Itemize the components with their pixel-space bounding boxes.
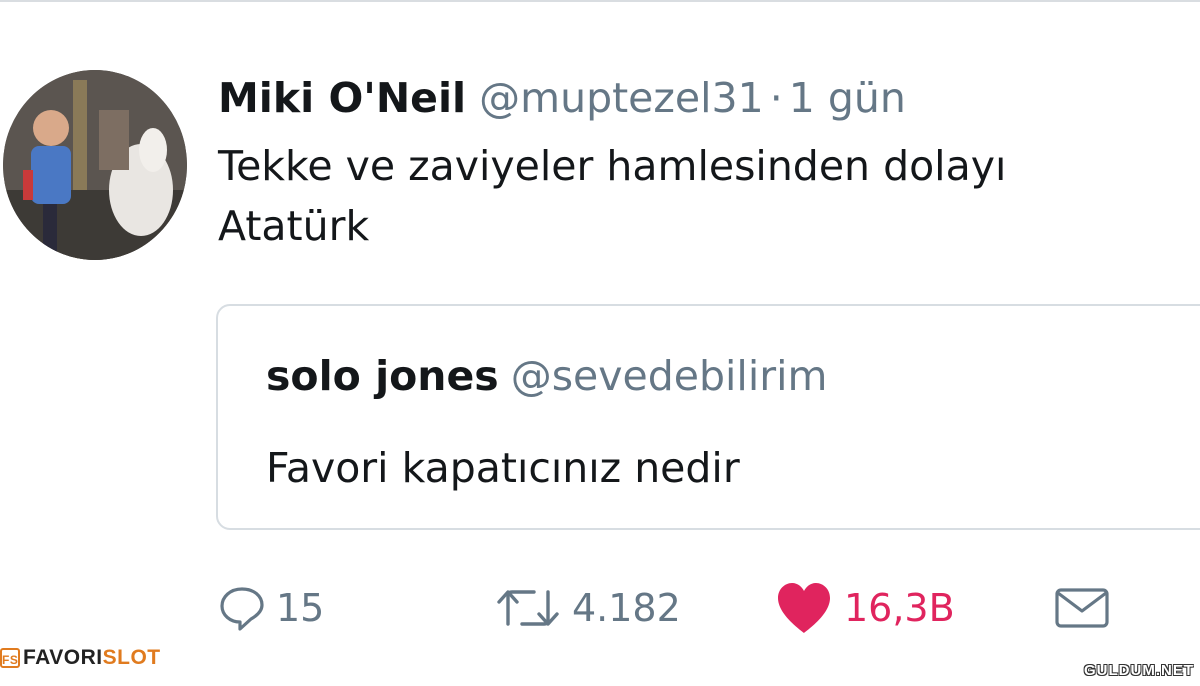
retweet-arrows-icon <box>497 590 559 626</box>
header-separator: · <box>769 74 783 122</box>
envelope-icon <box>1055 588 1109 628</box>
reply-bubble-icon <box>220 587 264 631</box>
retweet-count: 4.182 <box>572 586 681 630</box>
watermark-left-part1: FAVORI <box>23 646 103 669</box>
tweet-header: Miki O'Neil @muptezel31 · 1 gün <box>218 74 906 122</box>
author-handle[interactable]: @muptezel31 <box>479 74 764 122</box>
heart-icon <box>778 583 830 633</box>
top-divider <box>0 0 1200 2</box>
quoted-tweet-text: Favori kapatıcınız nedir <box>266 444 740 492</box>
quoted-author-name: solo jones <box>266 352 499 400</box>
avatar[interactable] <box>3 70 187 260</box>
like-button[interactable]: 16,3B <box>774 580 955 636</box>
quoted-author-handle: @sevedebilirim <box>510 352 828 400</box>
tweet-body: Tekke ve zaviyeler hamlesinden dolayı At… <box>218 136 1193 256</box>
watermark-left-part2: SLOT <box>102 646 161 669</box>
guldum-watermark: GULDUM.NET <box>1084 662 1194 679</box>
retweet-button[interactable]: 4.182 <box>494 580 681 636</box>
tweet-text-line-2: Atatürk <box>218 202 370 250</box>
author-name[interactable]: Miki O'Neil <box>218 74 466 122</box>
tweet-timestamp[interactable]: 1 gün <box>789 74 906 122</box>
quoted-tweet-header: solo jones @sevedebilirim <box>266 352 827 400</box>
reply-count: 15 <box>276 586 325 630</box>
reply-button[interactable]: 15 <box>218 580 324 636</box>
avatar-photo <box>3 70 187 260</box>
direct-message-button[interactable] <box>1054 580 1110 636</box>
favorislot-logo-icon: FS <box>0 648 20 668</box>
favorislot-watermark: FS FAVORI SLOT <box>0 646 161 670</box>
quoted-tweet-card[interactable]: solo jones @sevedebilirim Favori kapatıcı… <box>216 304 1200 530</box>
tweet-text-line-1: Tekke ve zaviyeler hamlesinden dolayı <box>218 142 1007 190</box>
like-count: 16,3B <box>844 586 955 630</box>
